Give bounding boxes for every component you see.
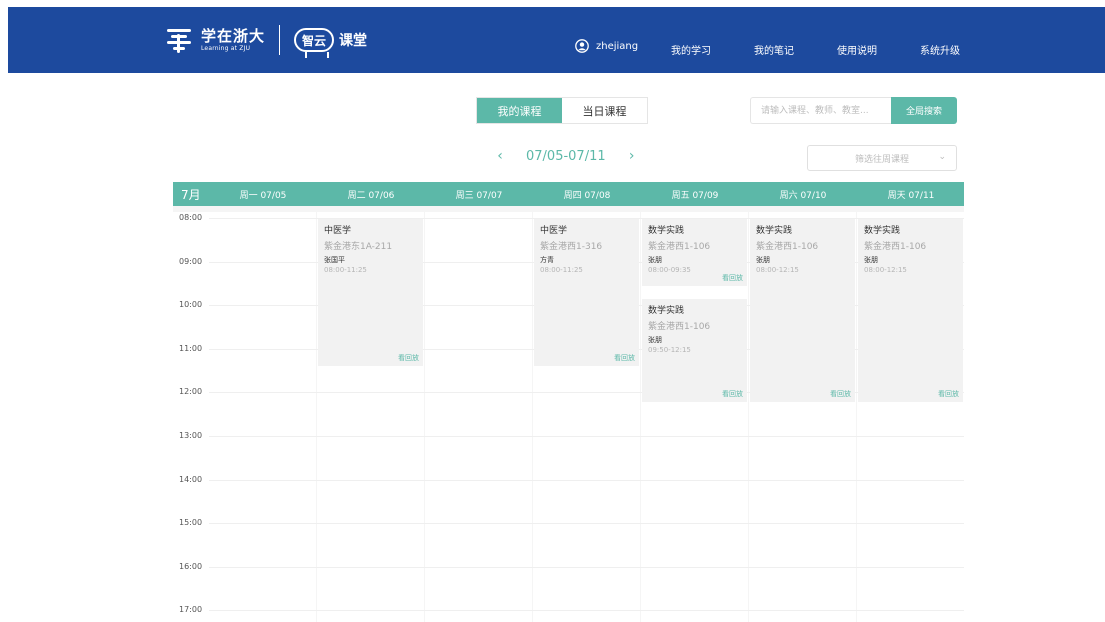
nav-system-upgrade[interactable]: 系统升级: [920, 42, 960, 57]
course-room: 紫金港西1-316: [540, 242, 603, 252]
month-label: 7月: [181, 188, 201, 202]
course-time: 08:00-12:15: [756, 266, 799, 274]
logo-divider: [279, 25, 281, 55]
cloud-classroom-logo-icon: 智云: [294, 28, 335, 58]
hour-label: 08:00: [179, 213, 203, 222]
user-menu[interactable]: zhejiang: [575, 39, 638, 53]
course-event-card[interactable]: 中医学紫金港东1A-211 张国平 08:00-11:25 看回放: [318, 219, 423, 366]
hour-label: 17:00: [179, 605, 203, 615]
week-navigator: ‹ 07/05-07/11 ›: [494, 148, 638, 164]
replay-link[interactable]: 看回放: [398, 353, 419, 363]
logo-title: 学在浙大: [201, 26, 266, 45]
global-search-input[interactable]: [750, 97, 892, 124]
hour-gridline: [209, 523, 964, 525]
course-event-card[interactable]: 数学实践紫金港西1-106 张朋 09:50-12:15 看回放: [642, 298, 747, 403]
day-column: [425, 212, 532, 622]
course-teacher: 张朋: [864, 256, 878, 264]
hour-label: 16:00: [179, 561, 203, 571]
replay-link[interactable]: 看回放: [722, 389, 743, 399]
day-header: 周天 07/11: [887, 191, 935, 201]
course-teacher: 方青: [540, 256, 554, 264]
course-time: 08:00-12:15: [864, 266, 907, 274]
course-room: 紫金港东1A-211: [324, 242, 393, 252]
calendar-grid: 08:00 09:00 10:00 11:00 12:00 13:00 14:00 15:00…: [173, 212, 964, 622]
week-range-label: 07/05-07/11: [526, 148, 606, 164]
replay-link[interactable]: 看回放: [830, 389, 851, 399]
course-time: 09:50-12:15: [648, 345, 691, 354]
zju-logo-icon: [165, 26, 193, 54]
course-time: 08:00-11:25: [324, 266, 367, 274]
day-header: 周六 07/10: [779, 191, 827, 201]
cloud-classroom-word: 课堂: [339, 33, 368, 49]
hour-gridline: [209, 436, 964, 437]
course-tabs: 我的课程 当日课程: [476, 97, 648, 124]
username: zhejiang: [596, 40, 639, 52]
course-room: 紫金港西1-106: [756, 242, 819, 252]
logo-subtitle: Learning at ZJU: [201, 44, 251, 52]
hour-label: 13:00: [179, 431, 203, 440]
time-axis: [173, 212, 209, 622]
nav-my-study[interactable]: 我的学习: [671, 42, 711, 57]
course-teacher: 张国平: [324, 256, 345, 264]
filter-placeholder: 筛选往周课程: [854, 154, 909, 165]
nav-my-notes[interactable]: 我的笔记: [754, 42, 794, 57]
weekly-calendar: 7月 周一 07/05 周二 07/06 周三 07/07 周四 07/08 周五 07…: [173, 182, 964, 622]
course-name: 中医学: [324, 226, 352, 236]
chevron-right-icon[interactable]: ›: [626, 148, 638, 164]
past-week-filter-select[interactable]: 筛选往周课程 ⌄: [807, 145, 957, 171]
day-column: [209, 212, 316, 622]
user-avatar-icon: [575, 39, 589, 53]
cloud-badge-text: 智云: [302, 33, 327, 48]
chevron-down-icon: ⌄: [938, 152, 946, 162]
hour-label: 12:00: [179, 387, 203, 397]
course-name: 数学实践: [864, 226, 901, 236]
tab-my-courses[interactable]: 我的课程: [477, 98, 562, 123]
course-name: 数学实践: [648, 305, 685, 316]
course-teacher: 张朋: [648, 335, 662, 344]
global-search-button[interactable]: 全局搜索: [891, 97, 957, 124]
day-header: 周五 07/09: [671, 191, 719, 201]
day-header: 周三 07/07: [455, 191, 503, 201]
course-event-card[interactable]: 中医学紫金港西1-316 方青 08:00-11:25 看回放: [534, 219, 639, 366]
site-logo[interactable]: 学在浙大 Learning at ZJU 智云 课堂: [165, 22, 367, 58]
hour-gridline: [209, 479, 964, 481]
replay-link[interactable]: 看回放: [614, 353, 635, 363]
day-header: 周一 07/05: [239, 191, 287, 201]
calendar-header: 7月 周一 07/05 周二 07/06 周三 07/07 周四 07/08 周五 07…: [173, 182, 964, 206]
course-event-card[interactable]: 数学实践 紫金港西1-106 张朋 08:00-09:35 看回放: [642, 219, 747, 287]
nav-instructions[interactable]: 使用说明: [837, 42, 877, 57]
course-name: 中医学: [540, 226, 568, 236]
replay-link[interactable]: 看回放: [938, 389, 959, 399]
course-name: 数学实践: [648, 226, 685, 236]
course-time: 08:00-11:25: [540, 266, 583, 274]
day-header: 周四 07/08: [563, 191, 611, 201]
hour-gridline: [209, 566, 964, 568]
course-event-card[interactable]: 数学实践紫金港西1-106 张朋 08:00-12:15 看回放: [750, 219, 855, 403]
course-room: 紫金港西1-106: [648, 321, 711, 332]
course-event-card[interactable]: 数学实践紫金港西1-106 张朋 08:00-12:15 看回放: [858, 219, 963, 403]
course-teacher: 张朋: [756, 256, 770, 264]
hour-label: 10:00: [179, 300, 203, 310]
hour-label: 15:00: [179, 518, 203, 528]
hour-label: 09:00: [179, 256, 203, 266]
course-room: 紫金港西1-106: [864, 242, 927, 252]
hour-gridline: [209, 610, 964, 612]
hour-label: 14:00: [179, 474, 203, 484]
course-name: 数学实践: [756, 226, 793, 236]
course-teacher: 张朋: [648, 256, 662, 264]
hour-label: 11:00: [179, 343, 203, 353]
course-room: 紫金港西1-106: [648, 242, 711, 252]
chevron-left-icon[interactable]: ‹: [494, 148, 506, 164]
day-header: 周二 07/06: [347, 191, 395, 201]
tab-today-courses[interactable]: 当日课程: [562, 98, 647, 123]
top-navbar: 学在浙大 Learning at ZJU 智云 课堂 zhejiang 我的学习…: [8, 7, 1105, 73]
replay-link[interactable]: 看回放: [722, 273, 743, 283]
